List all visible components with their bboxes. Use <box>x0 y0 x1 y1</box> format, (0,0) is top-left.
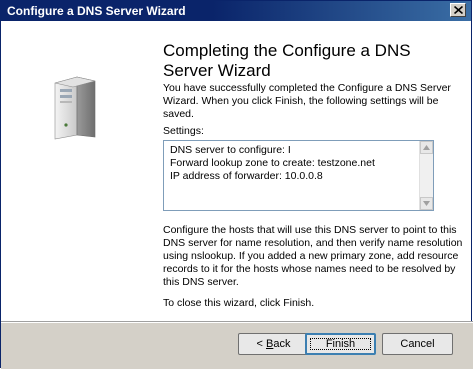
finish-button[interactable]: Finish <box>305 333 376 355</box>
scroll-up-button[interactable] <box>420 141 433 154</box>
page-heading: Completing the Configure a DNS Server Wi… <box>163 41 411 80</box>
settings-line: IP address of forwarder: 10.0.0.8 <box>170 170 323 182</box>
close-icon <box>454 6 463 14</box>
intro-text: You have successfully completed the Conf… <box>163 82 451 120</box>
settings-line: DNS server to configure: I <box>170 144 291 156</box>
back-label-rest: ack <box>273 338 291 350</box>
title-bar[interactable]: Configure a DNS Server Wizard <box>1 1 471 21</box>
instructions-text: Configure the hosts that will use this D… <box>163 224 463 288</box>
back-button[interactable]: < Back <box>238 333 309 355</box>
close-instructions: To close this wizard, click Finish. <box>163 297 315 309</box>
settings-textbox[interactable]: DNS server to configure: I Forward looku… <box>163 140 434 211</box>
button-bar: < Back Finish Cancel <box>1 323 473 369</box>
settings-line: Forward lookup zone to create: testzone.… <box>170 157 375 169</box>
scroll-up-arrow-icon <box>423 145 430 150</box>
close-button[interactable] <box>450 3 466 17</box>
wizard-content: Completing the Configure a DNS Server Wi… <box>158 21 471 321</box>
settings-label: Settings: <box>163 125 204 137</box>
window-title: Configure a DNS Server Wizard <box>7 4 186 18</box>
scroll-down-arrow-icon <box>423 201 430 206</box>
back-prefix: < <box>256 338 266 350</box>
settings-scrollbar[interactable] <box>419 141 433 210</box>
cancel-label: Cancel <box>400 338 435 350</box>
server-tower-icon <box>54 76 96 140</box>
scroll-down-button[interactable] <box>420 197 433 210</box>
settings-text: DNS server to configure: I Forward looku… <box>170 144 375 183</box>
focus-rectangle <box>310 338 371 350</box>
wizard-window: Configure a DNS Server Wizard Completing… <box>0 0 473 369</box>
cancel-button[interactable]: Cancel <box>382 333 453 355</box>
wizard-side-panel <box>1 21 158 321</box>
